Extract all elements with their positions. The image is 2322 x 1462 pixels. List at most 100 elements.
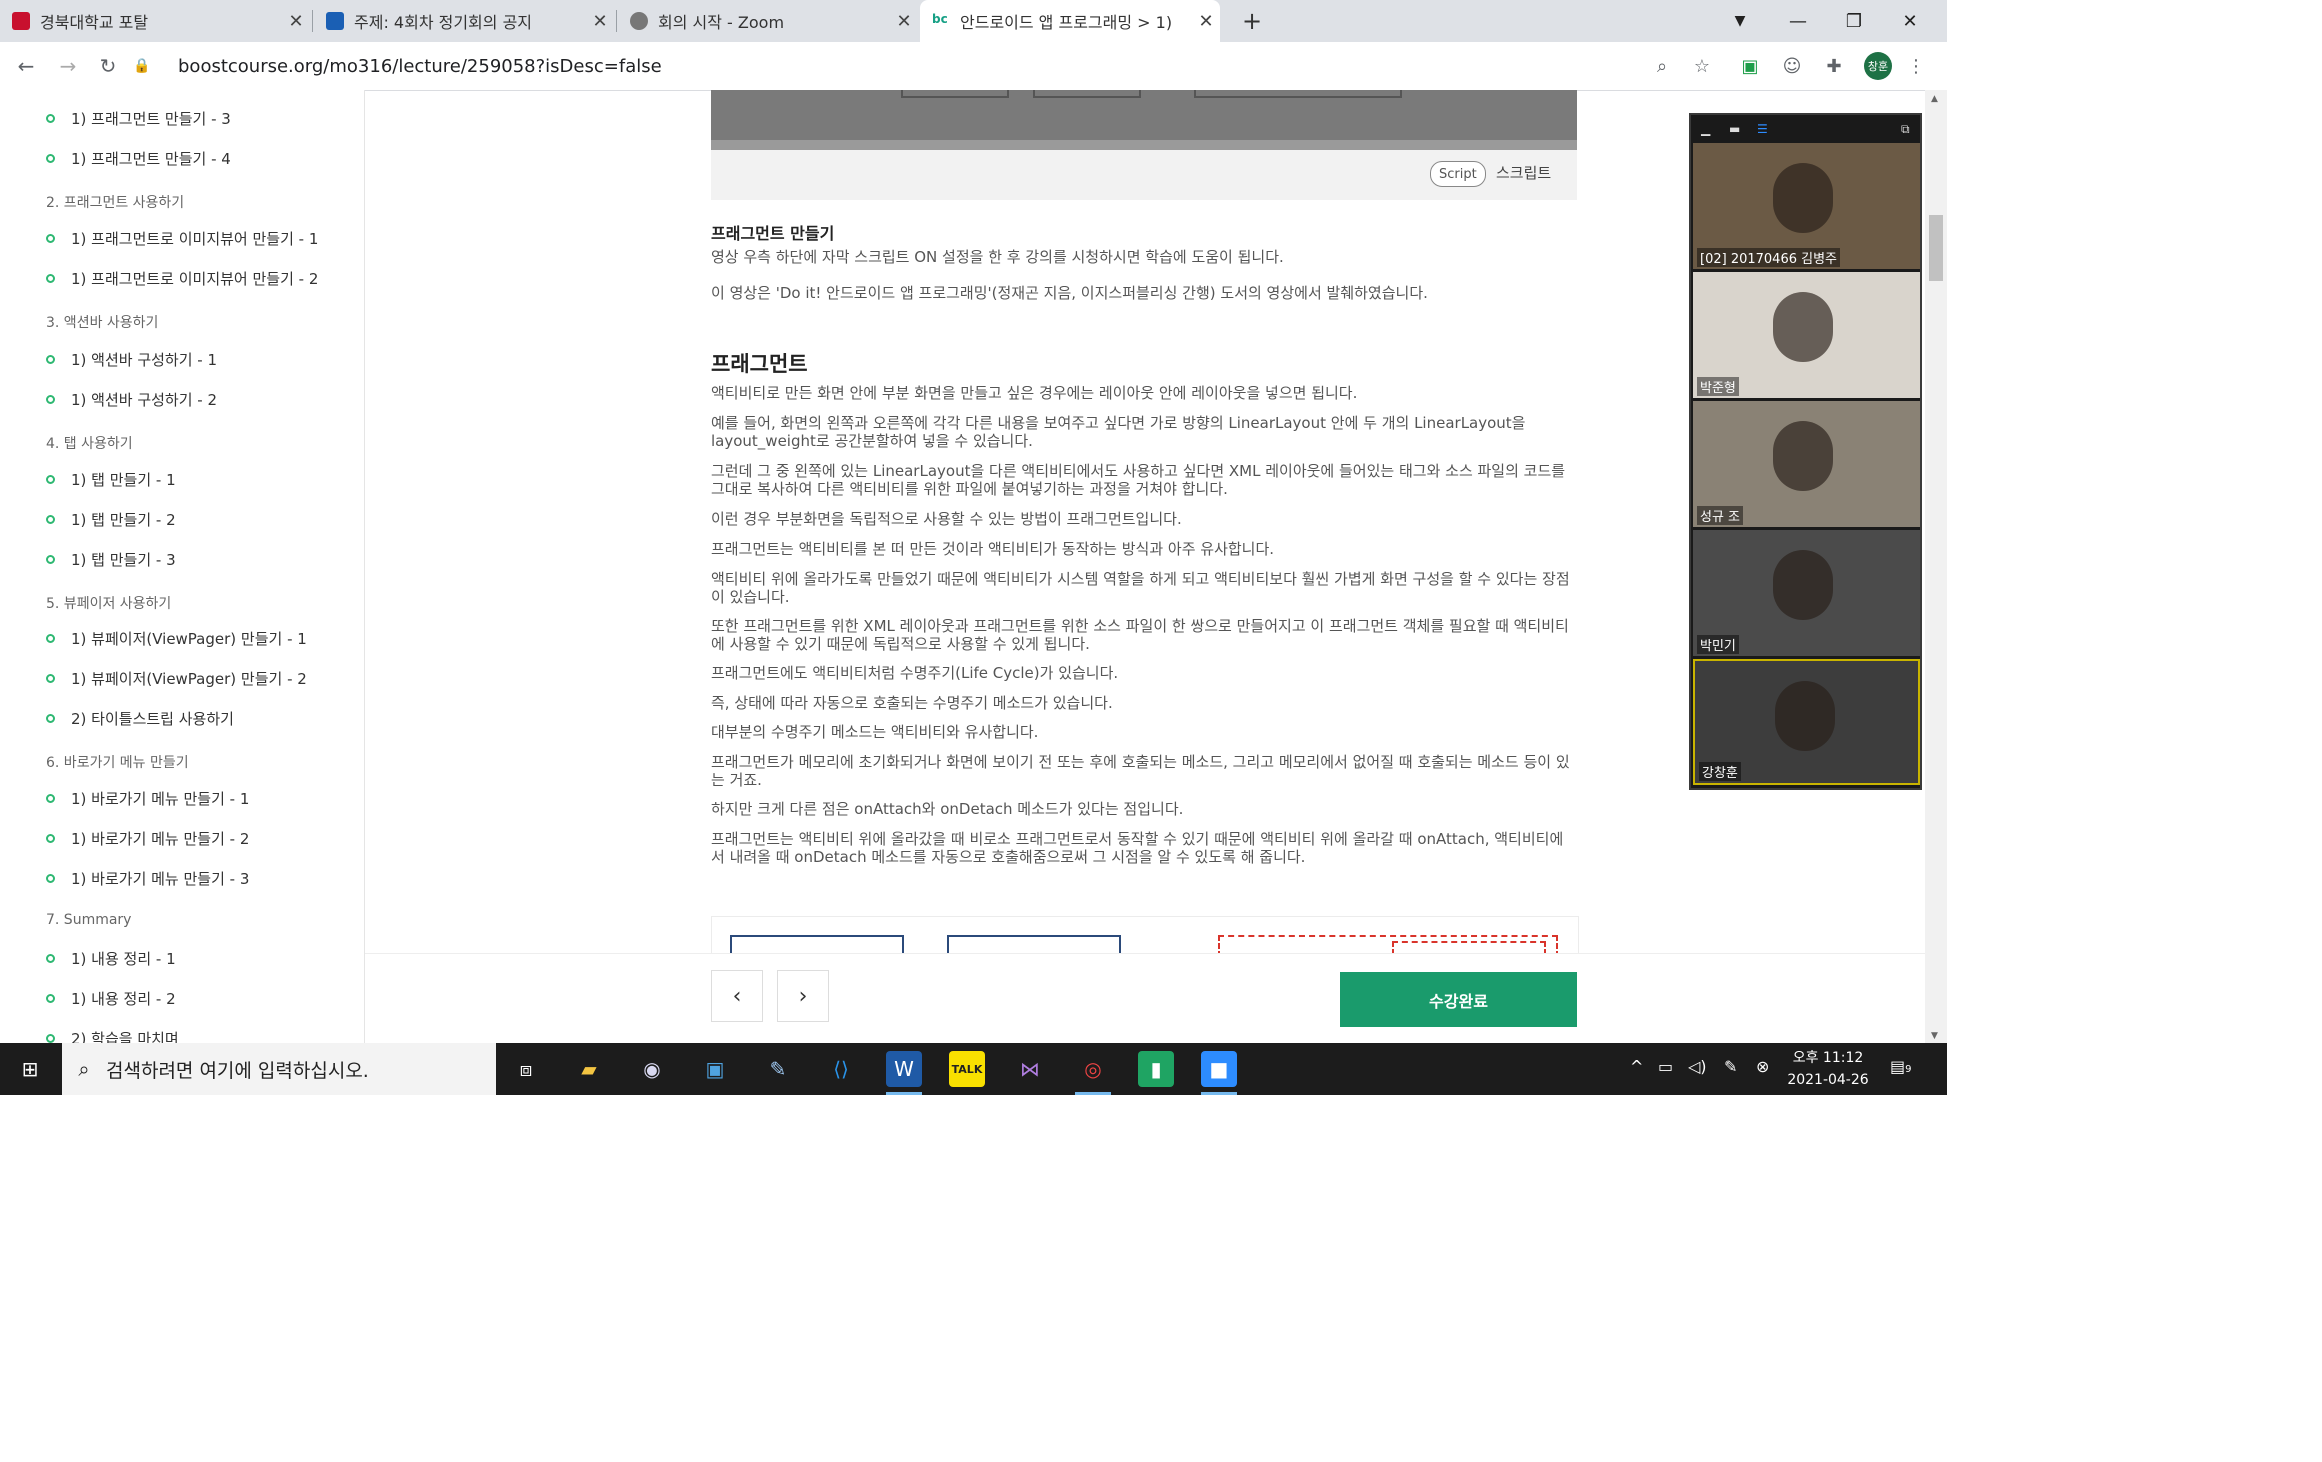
restore-icon[interactable]: ❐ <box>1826 0 1882 42</box>
content-heading: 프래그먼트 <box>711 352 808 376</box>
windows-start-icon[interactable]: ⊞ <box>12 1051 48 1087</box>
sidebar-lecture-item[interactable]: 1) 프래그먼트로 이미지뷰어 만들기 - 2 <box>46 268 318 289</box>
sidebar-item-label: 1) 액션바 구성하기 - 1 <box>71 351 218 369</box>
complete-lecture-button[interactable]: 수강완료 <box>1340 972 1577 1027</box>
next-lecture-button[interactable]: › <box>777 970 829 1022</box>
participant-video-tile[interactable]: 강창훈 <box>1693 659 1920 785</box>
sidebar-lecture-item[interactable]: 2) 타이틀스트립 사용하기 <box>46 708 234 729</box>
scroll-up-icon[interactable]: ▲ <box>1931 94 1938 104</box>
zoom-gallery-panel[interactable]: ▁ ▬ ☰ ⧉ [02] 20170466 김병주 박준형성규 조박민기강창훈 <box>1689 113 1922 790</box>
zoom-magnifier-icon[interactable]: ⌕ <box>1650 54 1674 78</box>
participant-name: 성규 조 <box>1697 506 1744 525</box>
paint-icon[interactable]: ✎ <box>760 1051 796 1087</box>
close-tab-icon[interactable]: ✕ <box>890 11 918 32</box>
zoom-gallery-view-icon[interactable]: ☰ <box>1757 121 1768 137</box>
sidebar-lecture-item[interactable]: 1) 프래그먼트 만들기 - 3 <box>46 108 231 129</box>
back-icon[interactable]: ← <box>10 50 42 82</box>
eclipse-icon[interactable]: ◉ <box>634 1051 670 1087</box>
sidebar-lecture-item[interactable]: 1) 액션바 구성하기 - 2 <box>46 389 217 410</box>
extensions-puzzle-icon[interactable]: ✚ <box>1822 54 1846 78</box>
search-placeholder: 검색하려면 여기에 입력하십시오. <box>106 1059 369 1082</box>
close-tab-icon[interactable]: ✕ <box>586 11 614 32</box>
pen-icon[interactable]: ✎ <box>1724 1057 1737 1076</box>
zoom-minimize-icon[interactable]: ▁ <box>1701 121 1710 137</box>
tab-3[interactable]: 회의 시작 - Zoom ✕ <box>618 0 918 42</box>
close-window-icon[interactable]: ✕ <box>1882 0 1938 42</box>
url-field[interactable]: boostcourse.org/mo316/lecture/259058?isD… <box>178 42 662 90</box>
tab-2[interactable]: 주제: 4회차 정기회의 공지 ✕ <box>314 0 614 42</box>
tray-expand-icon[interactable]: ^ <box>1630 1057 1643 1076</box>
word-app-icon[interactable]: W <box>886 1051 922 1095</box>
script-toggle-button[interactable]: Script <box>1430 161 1486 187</box>
sidebar-lecture-item[interactable]: 1) 프래그먼트 만들기 - 4 <box>46 148 231 169</box>
kakaotalk-icon[interactable]: TALK <box>949 1051 985 1087</box>
participant-name: 강창훈 <box>1699 762 1741 781</box>
visual-studio-icon[interactable]: ⋈ <box>1012 1051 1048 1087</box>
sidebar-lecture-item[interactable]: 1) 액션바 구성하기 - 1 <box>46 349 217 370</box>
profile-avatar[interactable]: 창훈 <box>1864 52 1892 80</box>
sidebar-lecture-item[interactable]: 1) 탭 만들기 - 1 <box>46 469 176 490</box>
chrome-icon[interactable]: ◎ <box>1075 1051 1111 1095</box>
windows-taskbar: ⊞ ⌕ 검색하려면 여기에 입력하십시오. ⧈ ▰ ◉ ▣ ✎ ⟨⟩ W TAL… <box>0 1043 1947 1095</box>
sidebar-item-label: 2) 타이틀스트립 사용하기 <box>71 710 234 728</box>
tab-favicon-icon: bc <box>932 12 948 26</box>
page-scrollbar[interactable]: ▲ ▼ <box>1925 90 1947 1043</box>
prev-lecture-button[interactable]: ‹ <box>711 970 763 1022</box>
sidebar-lecture-item[interactable]: 1) 바로가기 메뉴 만들기 - 3 <box>46 868 249 889</box>
reload-icon[interactable]: ↻ <box>92 50 124 82</box>
video-player[interactable] <box>711 90 1577 150</box>
tab-1[interactable]: 경북대학교 포탈 ✕ <box>0 0 310 42</box>
script-label[interactable]: 스크립트 <box>1496 162 1551 183</box>
volume-icon[interactable]: ◁) <box>1688 1057 1707 1076</box>
zoom-speaker-view-icon[interactable]: ▬ <box>1729 121 1740 137</box>
task-view-icon[interactable]: ⧈ <box>508 1051 544 1087</box>
extension-green-icon[interactable]: ▣ <box>1738 54 1762 78</box>
progress-circle-icon <box>46 234 55 243</box>
paragraph: 액티비티로 만든 화면 안에 부분 화면을 만들고 싶은 경우에는 레이아웃 안… <box>711 384 1358 402</box>
battery-icon[interactable]: ▭ <box>1658 1057 1673 1076</box>
clock-time: 오후 11:12 <box>1792 1050 1864 1066</box>
close-tab-icon[interactable]: ✕ <box>1192 11 1220 32</box>
scroll-down-icon[interactable]: ▼ <box>1931 1031 1938 1041</box>
sidebar-lecture-item[interactable]: 1) 내용 정리 - 2 <box>46 988 176 1009</box>
tab-search-icon[interactable]: ▼ <box>1712 0 1768 42</box>
sidebar-lecture-item[interactable]: 1) 내용 정리 - 1 <box>46 948 176 969</box>
tab-4-active[interactable]: bc 안드로이드 앱 프로그래밍 > 1) ✕ <box>920 0 1220 42</box>
taskbar-clock[interactable]: 오후 11:12 2021-04-26 <box>1786 1047 1870 1091</box>
sidebar-lecture-item[interactable]: 2) 학습을 마치며 <box>46 1028 179 1043</box>
green-app-icon[interactable]: ▮ <box>1138 1051 1174 1087</box>
participant-video-tile[interactable]: 박민기 <box>1693 530 1920 656</box>
sidebar-lecture-item[interactable]: 1) 뷰페이저(ViewPager) 만들기 - 2 <box>46 668 307 689</box>
notification-center-icon[interactable]: ▤9 <box>1890 1057 1912 1076</box>
sidebar-section-title: 4. 탭 사용하기 <box>46 436 133 452</box>
new-tab-button[interactable]: + <box>1232 0 1272 42</box>
scroll-thumb[interactable] <box>1929 215 1943 281</box>
sidebar-item-label: 2) 학습을 마치며 <box>71 1030 179 1043</box>
network-icon[interactable]: ⊗ <box>1756 1057 1769 1076</box>
file-explorer-icon[interactable]: ▰ <box>571 1051 607 1087</box>
participant-video-tile[interactable]: 성규 조 <box>1693 401 1920 527</box>
taskbar-search-box[interactable]: ⌕ 검색하려면 여기에 입력하십시오. <box>62 1043 496 1095</box>
forward-icon[interactable]: → <box>52 50 84 82</box>
sidebar-lecture-item[interactable]: 1) 프래그먼트로 이미지뷰어 만들기 - 1 <box>46 228 318 249</box>
sidebar-lecture-item[interactable]: 1) 탭 만들기 - 2 <box>46 509 176 530</box>
sidebar-lecture-item[interactable]: 1) 바로가기 메뉴 만들기 - 2 <box>46 828 249 849</box>
sidebar-lecture-item[interactable]: 1) 바로가기 메뉴 만들기 - 1 <box>46 788 249 809</box>
paragraph: 프래그먼트는 액티비티를 본 떠 만든 것이라 액티비티가 동작하는 방식과 아… <box>711 540 1275 558</box>
participant-video-tile[interactable]: [02] 20170466 김병주 <box>1693 143 1920 269</box>
participant-video-tile[interactable]: 박준형 <box>1693 272 1920 398</box>
vscode-icon[interactable]: ⟨⟩ <box>823 1051 859 1087</box>
close-tab-icon[interactable]: ✕ <box>282 11 310 32</box>
lock-icon[interactable]: 🔒 <box>133 50 150 82</box>
menu-kebab-icon[interactable]: ⋮ <box>1904 54 1928 78</box>
sidebar-lecture-item[interactable]: 1) 뷰페이저(ViewPager) 만들기 - 1 <box>46 628 307 649</box>
zoom-expand-icon[interactable]: ⧉ <box>1901 121 1910 137</box>
store-icon[interactable]: ▣ <box>697 1051 733 1087</box>
extension-person-icon[interactable]: ☺ <box>1780 54 1804 78</box>
progress-circle-icon <box>46 994 55 1003</box>
progress-circle-icon <box>46 874 55 883</box>
sidebar-lecture-item[interactable]: 1) 탭 만들기 - 3 <box>46 549 176 570</box>
zoom-app-icon[interactable]: ■ <box>1201 1051 1237 1095</box>
minimize-icon[interactable]: — <box>1770 0 1826 42</box>
bookmark-star-icon[interactable]: ☆ <box>1690 54 1714 78</box>
